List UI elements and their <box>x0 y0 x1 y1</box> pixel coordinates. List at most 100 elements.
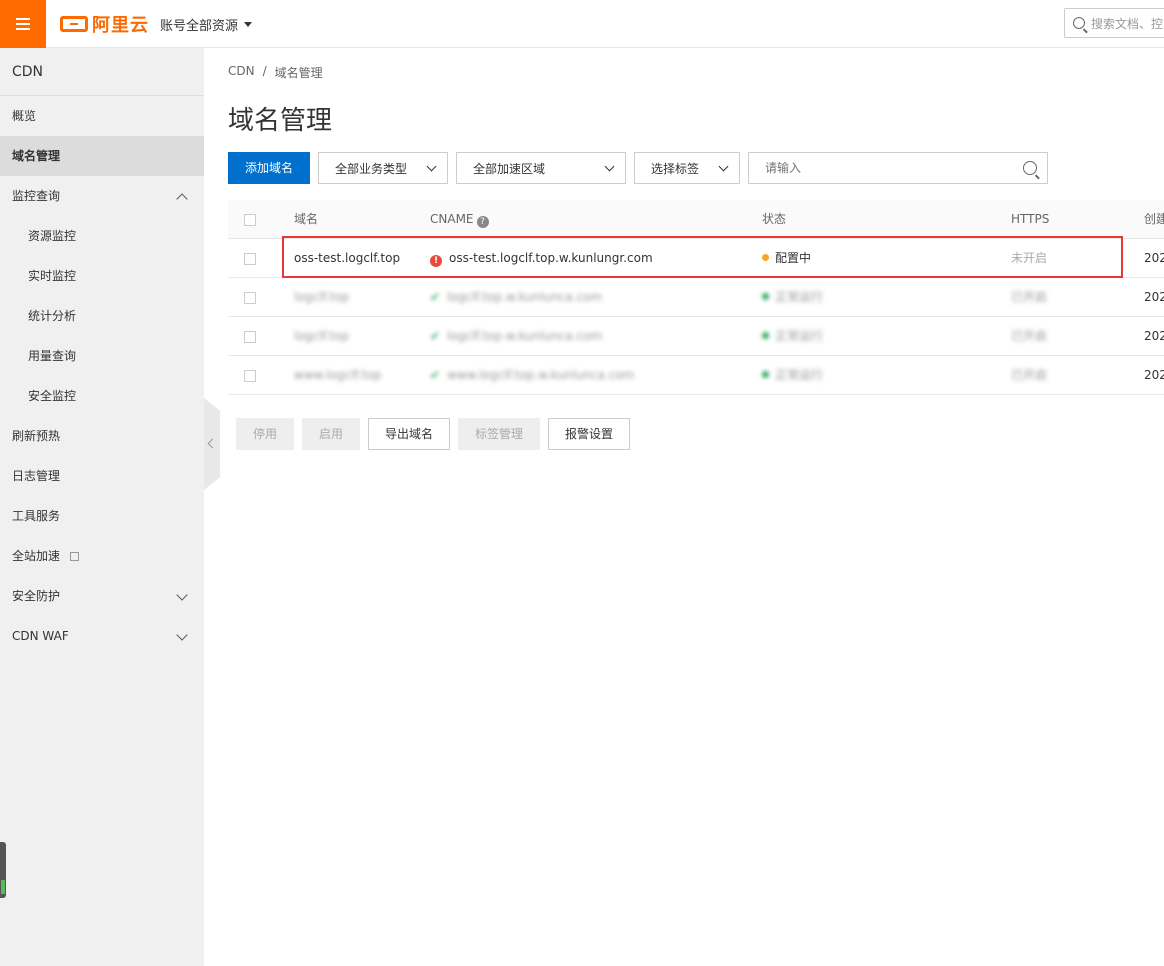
sidebar-item-overview[interactable]: 概览 <box>0 96 204 136</box>
disable-button[interactable]: 停用 <box>236 418 294 450</box>
header-status: 状态 <box>762 212 787 226</box>
domain-table: 域名 CNAME? 状态 HTTPS 创建 oss-test.logclf.to… <box>228 200 1164 395</box>
batch-actions: 停用 启用 导出域名 标签管理 报警设置 <box>236 418 630 450</box>
cname-cell: ✔ logclf.top.w.kunlunca.com <box>430 317 602 356</box>
domain-link[interactable]: logclf.top <box>294 317 349 356</box>
status-dot-icon <box>762 254 769 261</box>
sidebar-item-cdn-waf[interactable]: CDN WAF <box>0 616 204 656</box>
chevron-down-icon <box>176 589 188 601</box>
sidebar-collapse-handle[interactable] <box>204 398 220 490</box>
sidebar-item-refresh-preload[interactable]: 刷新预热 <box>0 416 204 456</box>
sidebar-item-domain-management[interactable]: 域名管理 <box>0 136 204 176</box>
check-icon: ✔ <box>430 329 441 343</box>
chevron-up-icon <box>176 193 188 205</box>
warning-icon: ! <box>430 255 442 267</box>
domain-link[interactable]: oss-test.logclf.top <box>294 239 400 278</box>
search-icon <box>1073 17 1085 29</box>
sidebar-item-resource-monitor[interactable]: 资源监控 <box>0 216 204 256</box>
search-icon[interactable] <box>1023 161 1037 175</box>
status-dot-icon <box>762 293 769 300</box>
sidebar-item-tool-services[interactable]: 工具服务 <box>0 496 204 536</box>
sidebar-title: CDN <box>0 48 204 96</box>
caret-down-icon <box>244 22 253 27</box>
sidebar: CDN 概览 域名管理 监控查询 资源监控 实时监控 统计分析 用量查询 安全监… <box>0 48 204 966</box>
help-icon[interactable]: ? <box>476 216 489 228</box>
created-cell: 2021 <box>1144 368 1164 382</box>
breadcrumb-current: 域名管理 <box>274 66 323 80</box>
account-label: 账号全部资源 <box>160 19 239 34</box>
https-cell: 已开启 <box>1011 290 1048 304</box>
accel-region-select[interactable]: 全部加速区域 <box>456 152 626 184</box>
sidebar-item-statistics[interactable]: 统计分析 <box>0 296 204 336</box>
status-cell: 正常运行 <box>762 356 823 395</box>
created-cell: 2021 <box>1144 290 1164 304</box>
aliyun-logo-icon <box>60 16 88 32</box>
page-title: 域名管理 <box>228 106 333 136</box>
row-checkbox[interactable] <box>244 253 256 265</box>
https-cell: 已开启 <box>1011 329 1048 343</box>
status-cell: 正常运行 <box>762 317 823 356</box>
breadcrumb-separator: / <box>262 64 267 78</box>
top-bar: 阿里云 账号全部资源 搜索文档、控 <box>0 0 1164 48</box>
toolbar: 添加域名 全部业务类型 全部加速区域 选择标签 <box>228 152 1048 184</box>
sidebar-item-log-management[interactable]: 日志管理 <box>0 456 204 496</box>
row-checkbox[interactable] <box>244 292 256 304</box>
table-row: www.logclf.top ✔ www.logclf.top.w.kunlunc… <box>228 356 1164 395</box>
sidebar-item-monitoring[interactable]: 监控查询 <box>0 176 204 216</box>
status-dot-icon <box>762 371 769 378</box>
chevron-down-icon <box>604 161 615 171</box>
hamburger-menu-button[interactable] <box>0 0 46 48</box>
add-domain-button[interactable]: 添加域名 <box>228 152 310 184</box>
domain-search-box <box>748 152 1048 184</box>
status-cell: 配置中 <box>762 239 811 278</box>
breadcrumb: CDN / 域名管理 <box>228 64 323 81</box>
tag-management-button[interactable]: 标签管理 <box>458 418 540 450</box>
menu-icon <box>16 18 30 20</box>
cname-cell: ✔ logclf.top.w.kunlunca.com <box>430 278 602 317</box>
enable-button[interactable]: 启用 <box>302 418 360 450</box>
export-domains-button[interactable]: 导出域名 <box>368 418 450 450</box>
chevron-down-icon <box>426 161 437 171</box>
chevron-down-icon <box>176 629 188 641</box>
created-cell: 2021 <box>1144 329 1164 343</box>
domain-search-input[interactable] <box>765 161 995 175</box>
tag-select[interactable]: 选择标签 <box>634 152 740 184</box>
select-all-checkbox[interactable] <box>244 214 256 226</box>
aliyun-logo[interactable]: 阿里云 <box>60 13 149 36</box>
https-cell: 未开启 <box>1011 251 1048 265</box>
sidebar-item-usage-query[interactable]: 用量查询 <box>0 336 204 376</box>
global-search-placeholder: 搜索文档、控 <box>1091 16 1164 31</box>
header-cname: CNAME? <box>430 200 489 239</box>
sidebar-item-security-monitor[interactable]: 安全监控 <box>0 376 204 416</box>
external-link-icon <box>69 552 79 561</box>
breadcrumb-cdn[interactable]: CDN <box>228 64 255 81</box>
domain-link[interactable]: logclf.top <box>294 278 349 317</box>
logo-text: 阿里云 <box>92 15 149 36</box>
created-cell: 2021 <box>1144 251 1164 265</box>
status-dot-icon <box>762 332 769 339</box>
account-resource-dropdown[interactable]: 账号全部资源 <box>160 15 253 34</box>
side-widget-handle[interactable] <box>0 842 6 898</box>
cname-cell: ✔ www.logclf.top.w.kunlunca.com <box>430 356 634 395</box>
table-row: logclf.top ✔ logclf.top.w.kunlunca.com 正常… <box>228 317 1164 356</box>
cname-cell: ! oss-test.logclf.top.w.kunlungr.com <box>430 239 653 278</box>
table-header: 域名 CNAME? 状态 HTTPS 创建 <box>228 200 1164 239</box>
table-row: logclf.top ✔ logclf.top.w.kunlunca.com 正常… <box>228 278 1164 317</box>
table-row: oss-test.logclf.top ! oss-test.logclf.top… <box>228 239 1164 278</box>
status-cell: 正常运行 <box>762 278 823 317</box>
global-search[interactable]: 搜索文档、控 <box>1064 8 1164 38</box>
sidebar-item-dcdn[interactable]: 全站加速 <box>0 536 204 576</box>
row-checkbox[interactable] <box>244 331 256 343</box>
check-icon: ✔ <box>430 368 441 382</box>
chevron-down-icon <box>718 161 729 171</box>
check-icon: ✔ <box>430 290 441 304</box>
row-checkbox[interactable] <box>244 370 256 382</box>
sidebar-item-realtime-monitor[interactable]: 实时监控 <box>0 256 204 296</box>
sidebar-item-security-protection[interactable]: 安全防护 <box>0 576 204 616</box>
header-created: 创建 <box>1144 212 1164 226</box>
domain-link[interactable]: www.logclf.top <box>294 356 381 395</box>
header-https: HTTPS <box>1011 212 1050 226</box>
business-type-select[interactable]: 全部业务类型 <box>318 152 448 184</box>
alarm-settings-button[interactable]: 报警设置 <box>548 418 630 450</box>
https-cell: 已开启 <box>1011 368 1048 382</box>
